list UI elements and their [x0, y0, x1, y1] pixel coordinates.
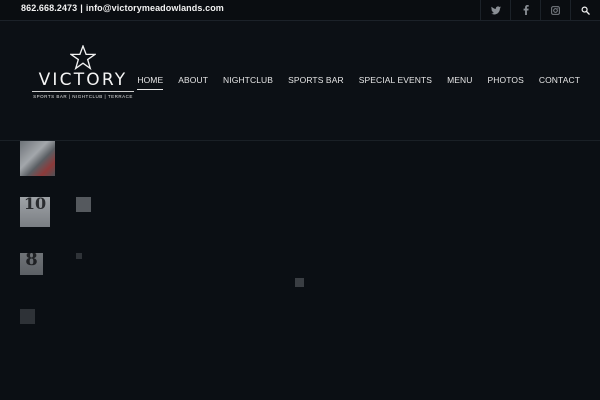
gallery-thumb-2[interactable]: 10	[20, 197, 50, 227]
contact-separator: |	[80, 3, 83, 13]
twitter-button[interactable]	[480, 0, 510, 20]
nav-item-nightclub[interactable]: NIGHTCLUB	[223, 75, 273, 90]
search-button[interactable]	[570, 0, 600, 20]
social-links	[480, 0, 600, 20]
logo-wordmark: VICTORY	[38, 70, 128, 90]
instagram-icon	[551, 5, 560, 15]
search-icon	[581, 6, 590, 15]
star-icon	[70, 45, 96, 70]
gallery-thumb-5[interactable]	[76, 253, 82, 259]
nav-item-menu[interactable]: MENU	[447, 75, 472, 90]
facebook-button[interactable]	[510, 0, 540, 20]
main-nav: HOME ABOUT NIGHTCLUB SPORTS BAR SPECIAL …	[137, 75, 580, 90]
nav-item-home[interactable]: HOME	[137, 75, 164, 90]
nav-item-sports-bar[interactable]: SPORTS BAR	[288, 75, 344, 90]
instagram-button[interactable]	[540, 0, 570, 20]
gallery-thumb-7[interactable]	[20, 309, 35, 324]
gallery-thumb-6[interactable]	[295, 278, 304, 287]
email-link[interactable]: info@victorymeadowlands.com	[86, 3, 224, 13]
site-header: VICTORY SPORTS BAR | NIGHTCLUB | TERRACE…	[0, 21, 600, 141]
facebook-icon	[523, 5, 529, 15]
gallery-thumb-3[interactable]	[76, 197, 91, 212]
site-logo[interactable]: VICTORY SPORTS BAR | NIGHTCLUB | TERRACE	[30, 45, 136, 107]
nav-item-photos[interactable]: PHOTOS	[488, 75, 524, 90]
gallery-thumb-4[interactable]: 8	[20, 253, 43, 275]
logo-divider	[32, 91, 134, 92]
twitter-icon	[490, 5, 501, 15]
gallery-thumb-4-text: 8	[25, 253, 38, 270]
nav-item-special-events[interactable]: SPECIAL EVENTS	[359, 75, 432, 90]
nav-item-about[interactable]: ABOUT	[178, 75, 208, 90]
nav-item-contact[interactable]: CONTACT	[539, 75, 580, 90]
logo-tagline: SPORTS BAR | NIGHTCLUB | TERRACE	[33, 94, 133, 99]
gallery-thumb-1[interactable]	[20, 141, 55, 176]
gallery-thumb-2-text: 10	[23, 197, 47, 213]
phone-number[interactable]: 862.668.2473	[21, 3, 77, 13]
main-content: 10 8	[0, 141, 600, 400]
top-bar: 862.668.2473 | info@victorymeadowlands.com	[0, 0, 600, 21]
contact-info: 862.668.2473 | info@victorymeadowlands.com	[21, 3, 224, 13]
